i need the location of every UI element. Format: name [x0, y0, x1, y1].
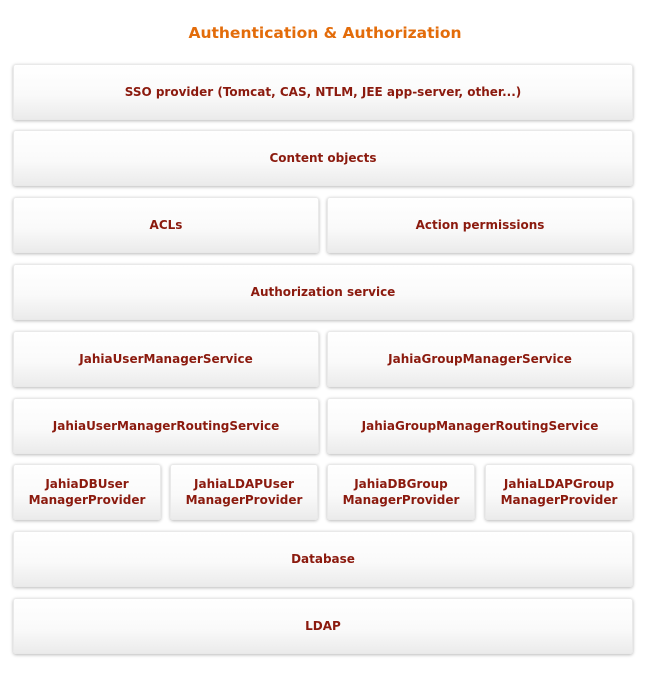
- sso-provider-box: SSO provider (Tomcat, CAS, NTLM, JEE app…: [13, 64, 633, 120]
- ldap-group-provider-line-1: JahiaLDAPGroup: [503, 477, 615, 491]
- authorization-service-label: Authorization service: [250, 285, 396, 299]
- db-user-provider-line-2: ManagerProvider: [28, 493, 146, 507]
- user-manager-routing-box: JahiaUserManagerRoutingService: [13, 398, 319, 454]
- content-objects-box: Content objects: [13, 130, 633, 186]
- database-label: Database: [291, 552, 355, 566]
- acls-label: ACLs: [149, 218, 183, 232]
- ldap-box: LDAP: [13, 598, 633, 654]
- group-manager-routing-box: JahiaGroupManagerRoutingService: [327, 398, 633, 454]
- acls-box: ACLs: [13, 197, 319, 253]
- db-group-provider-line-1: JahiaDBGroup: [354, 477, 448, 491]
- user-manager-service-box: JahiaUserManagerService: [13, 331, 319, 387]
- ldap-user-provider-box: JahiaLDAPUser ManagerProvider: [170, 464, 318, 520]
- db-group-provider-line-2: ManagerProvider: [342, 493, 460, 507]
- content-objects-label: Content objects: [269, 151, 377, 165]
- ldap-group-provider-line-2: ManagerProvider: [500, 493, 618, 507]
- authorization-service-box: Authorization service: [13, 264, 633, 320]
- action-permissions-box: Action permissions: [327, 197, 633, 253]
- db-user-provider-box: JahiaDBUser ManagerProvider: [13, 464, 161, 520]
- group-manager-routing-label: JahiaGroupManagerRoutingService: [361, 419, 599, 433]
- group-manager-service-box: JahiaGroupManagerService: [327, 331, 633, 387]
- db-group-provider-box: JahiaDBGroup ManagerProvider: [327, 464, 475, 520]
- ldap-user-provider-line-2: ManagerProvider: [185, 493, 303, 507]
- ldap-user-provider-line-1: JahiaLDAPUser: [194, 477, 294, 491]
- ldap-group-provider-box: JahiaLDAPGroup ManagerProvider: [485, 464, 633, 520]
- db-user-provider-line-1: JahiaDBUser: [45, 477, 129, 491]
- action-permissions-label: Action permissions: [415, 218, 545, 232]
- diagram-title: Authentication & Authorization: [188, 24, 462, 42]
- group-manager-service-label: JahiaGroupManagerService: [388, 352, 572, 366]
- user-manager-routing-label: JahiaUserManagerRoutingService: [52, 419, 280, 433]
- ldap-label: LDAP: [305, 619, 341, 633]
- sso-provider-label: SSO provider (Tomcat, CAS, NTLM, JEE app…: [124, 85, 522, 99]
- user-manager-service-label: JahiaUserManagerService: [79, 352, 253, 366]
- database-box: Database: [13, 531, 633, 587]
